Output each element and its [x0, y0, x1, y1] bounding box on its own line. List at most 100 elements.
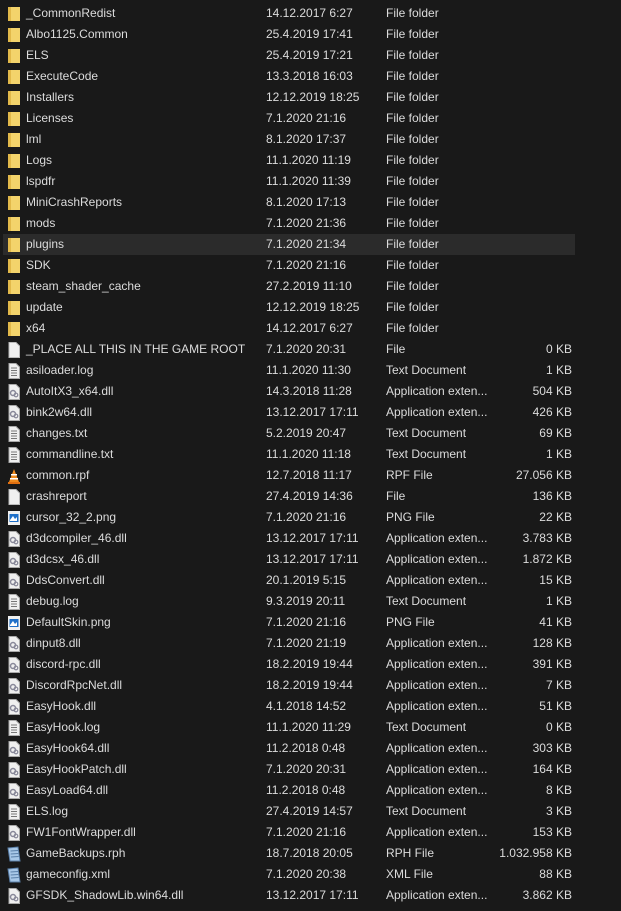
- file-type: File folder: [386, 279, 439, 293]
- file-row[interactable]: debug.log 9.3.2019 20:11 Text Document 1 KB: [0, 591, 621, 612]
- file-date-modified: 13.12.2017 17:11: [266, 552, 359, 566]
- file-row[interactable]: GameBackups.rph 18.7.2018 20:05 RPH File 1.…: [0, 843, 621, 864]
- file-row[interactable]: mods 7.1.2020 21:36 File folder: [0, 213, 621, 234]
- file-date-modified: 13.12.2017 17:11: [266, 888, 359, 902]
- file-size: 164 KB: [532, 762, 572, 776]
- file-row[interactable]: MiniCrashReports 8.1.2020 17:13 File folde…: [0, 192, 621, 213]
- file-name: lspdfr: [26, 174, 56, 188]
- file-size: 51 KB: [539, 699, 572, 713]
- file-row[interactable]: discord-rpc.dll 18.2.2019 19:44 Applicatio…: [0, 654, 621, 675]
- file-row[interactable]: FW1FontWrapper.dll 7.1.2020 21:16 Applicat…: [0, 822, 621, 843]
- file-row[interactable]: EasyHook.dll 4.1.2018 14:52 Application ex…: [0, 696, 621, 717]
- file-type: File folder: [386, 27, 439, 41]
- file-type: File: [386, 342, 406, 356]
- file-type: Application exten...: [386, 699, 488, 713]
- file-name: DiscordRpcNet.dll: [26, 678, 123, 692]
- file-name: debug.log: [26, 594, 79, 608]
- file-row[interactable]: EasyLoad64.dll 11.2.2018 0:48 Application …: [0, 780, 621, 801]
- file-name: changes.txt: [26, 426, 88, 440]
- dll-icon: [7, 888, 21, 904]
- file-row[interactable]: ExecuteCode 13.3.2018 16:03 File folder: [0, 66, 621, 87]
- file-name: EasyHook.log: [26, 720, 101, 734]
- file-row[interactable]: update 12.12.2019 18:25 File folder: [0, 297, 621, 318]
- file-row[interactable]: _PLACE ALL THIS IN THE GAME ROOT 7.1.2020…: [0, 339, 621, 360]
- file-row[interactable]: steam_shader_cache 27.2.2019 11:10 File fo…: [0, 276, 621, 297]
- file-size: 22 KB: [539, 510, 572, 524]
- file-row[interactable]: DiscordRpcNet.dll 18.2.2019 19:44 Applicat…: [0, 675, 621, 696]
- file-size: 153 KB: [532, 825, 572, 839]
- file-row[interactable]: EasyHook64.dll 11.2.2018 0:48 Application …: [0, 738, 621, 759]
- file-name: ExecuteCode: [26, 69, 99, 83]
- folder-icon: [7, 6, 21, 22]
- file-date-modified: 13.3.2018 16:03: [266, 69, 353, 83]
- file-date-modified: 9.3.2019 20:11: [266, 594, 346, 608]
- file-row[interactable]: d3dcsx_46.dll 13.12.2017 17:11 Application…: [0, 549, 621, 570]
- file-row[interactable]: asiloader.log 11.1.2020 11:30 Text Documen…: [0, 360, 621, 381]
- file-type: RPH File: [386, 846, 435, 860]
- file-type: File: [386, 489, 406, 503]
- file-row[interactable]: bink2w64.dll 13.12.2017 17:11 Application …: [0, 402, 621, 423]
- file-type: Application exten...: [386, 405, 488, 419]
- file-row[interactable]: EasyHook.log 11.1.2020 11:29 Text Document…: [0, 717, 621, 738]
- file-row[interactable]: plugins 7.1.2020 21:34 File folder: [3, 234, 575, 255]
- file-date-modified: 7.1.2020 21:16: [266, 615, 347, 629]
- file-date-modified: 27.4.2019 14:57: [266, 804, 353, 818]
- file-name: Logs: [26, 153, 53, 167]
- file-row[interactable]: ELS 25.4.2019 17:21 File folder: [0, 45, 621, 66]
- file-name: update: [26, 300, 63, 314]
- file-name: d3dcompiler_46.dll: [26, 531, 127, 545]
- file-date-modified: 7.1.2020 21:34: [266, 237, 347, 251]
- file-name: EasyHook64.dll: [26, 741, 110, 755]
- file-row[interactable]: x64 14.12.2017 6:27 File folder: [0, 318, 621, 339]
- file-size: 69 KB: [539, 426, 572, 440]
- file-row[interactable]: Installers 12.12.2019 18:25 File folder: [0, 87, 621, 108]
- file-date-modified: 7.1.2020 21:36: [266, 216, 347, 230]
- file-row[interactable]: Albo1125.Common 25.4.2019 17:41 File folde…: [0, 24, 621, 45]
- file-date-modified: 13.12.2017 17:11: [266, 405, 359, 419]
- file-type: Application exten...: [386, 762, 488, 776]
- file-row[interactable]: _CommonRedist 14.12.2017 6:27 File folder: [0, 3, 621, 24]
- file-row[interactable]: AutoItX3_x64.dll 14.3.2018 11:28 Applicati…: [0, 381, 621, 402]
- file-type: File folder: [386, 321, 439, 335]
- file-name: _PLACE ALL THIS IN THE GAME ROOT: [26, 342, 246, 356]
- file-row[interactable]: gameconfig.xml 7.1.2020 20:38 XML File 88 K…: [0, 864, 621, 885]
- file-row[interactable]: Logs 11.1.2020 11:19 File folder: [0, 150, 621, 171]
- file-date-modified: 11.2.2018 0:48: [266, 783, 346, 797]
- file-row[interactable]: Licenses 7.1.2020 21:16 File folder: [0, 108, 621, 129]
- file-row[interactable]: lspdfr 11.1.2020 11:39 File folder: [0, 171, 621, 192]
- text-icon: [7, 426, 21, 442]
- file-row[interactable]: d3dcompiler_46.dll 13.12.2017 17:11 Applic…: [0, 528, 621, 549]
- file-date-modified: 7.1.2020 21:19: [266, 636, 347, 650]
- file-row[interactable]: ELS.log 27.4.2019 14:57 Text Document 3 KB: [0, 801, 621, 822]
- file-row[interactable]: commandline.txt 11.1.2020 11:18 Text Docum…: [0, 444, 621, 465]
- file-row[interactable]: crashreport 27.4.2019 14:36 File 136 KB: [0, 486, 621, 507]
- dll-icon: [7, 783, 21, 799]
- file-row[interactable]: DdsConvert.dll 20.1.2019 5:15 Application …: [0, 570, 621, 591]
- file-row[interactable]: cursor_32_2.png 7.1.2020 21:16 PNG File 22 …: [0, 507, 621, 528]
- text-icon: [7, 447, 21, 463]
- file-row[interactable]: SDK 7.1.2020 21:16 File folder: [0, 255, 621, 276]
- file-row[interactable]: changes.txt 5.2.2019 20:47 Text Document 69…: [0, 423, 621, 444]
- file-row[interactable]: common.rpf 12.7.2018 11:17 RPF File 27.056 …: [0, 465, 621, 486]
- file-row[interactable]: EasyHookPatch.dll 7.1.2020 20:31 Applicati…: [0, 759, 621, 780]
- file-date-modified: 7.1.2020 21:16: [266, 258, 347, 272]
- file-date-modified: 7.1.2020 21:16: [266, 510, 347, 524]
- file-name: crashreport: [26, 489, 87, 503]
- file-type: Text Document: [386, 426, 467, 440]
- file-type: Application exten...: [386, 573, 488, 587]
- file-date-modified: 11.2.2018 0:48: [266, 741, 346, 755]
- file-size: 15 KB: [539, 573, 572, 587]
- file-name: ELS.log: [26, 804, 69, 818]
- file-date-modified: 7.1.2020 20:31: [266, 342, 347, 356]
- file-name: ELS: [26, 48, 49, 62]
- file-row[interactable]: lml 8.1.2020 17:37 File folder: [0, 129, 621, 150]
- file-name: plugins: [26, 237, 65, 251]
- file-row[interactable]: dinput8.dll 7.1.2020 21:19 Application ext…: [0, 633, 621, 654]
- file-row[interactable]: GFSDK_ShadowLib.win64.dll 13.12.2017 17:1…: [0, 885, 621, 906]
- folder-icon: [7, 174, 21, 190]
- file-row[interactable]: DefaultSkin.png 7.1.2020 21:16 PNG File 41 …: [0, 612, 621, 633]
- file-size: 303 KB: [532, 741, 572, 755]
- folder-icon: [7, 300, 21, 316]
- file-date-modified: 13.12.2017 17:11: [266, 531, 359, 545]
- text-icon: [7, 804, 21, 820]
